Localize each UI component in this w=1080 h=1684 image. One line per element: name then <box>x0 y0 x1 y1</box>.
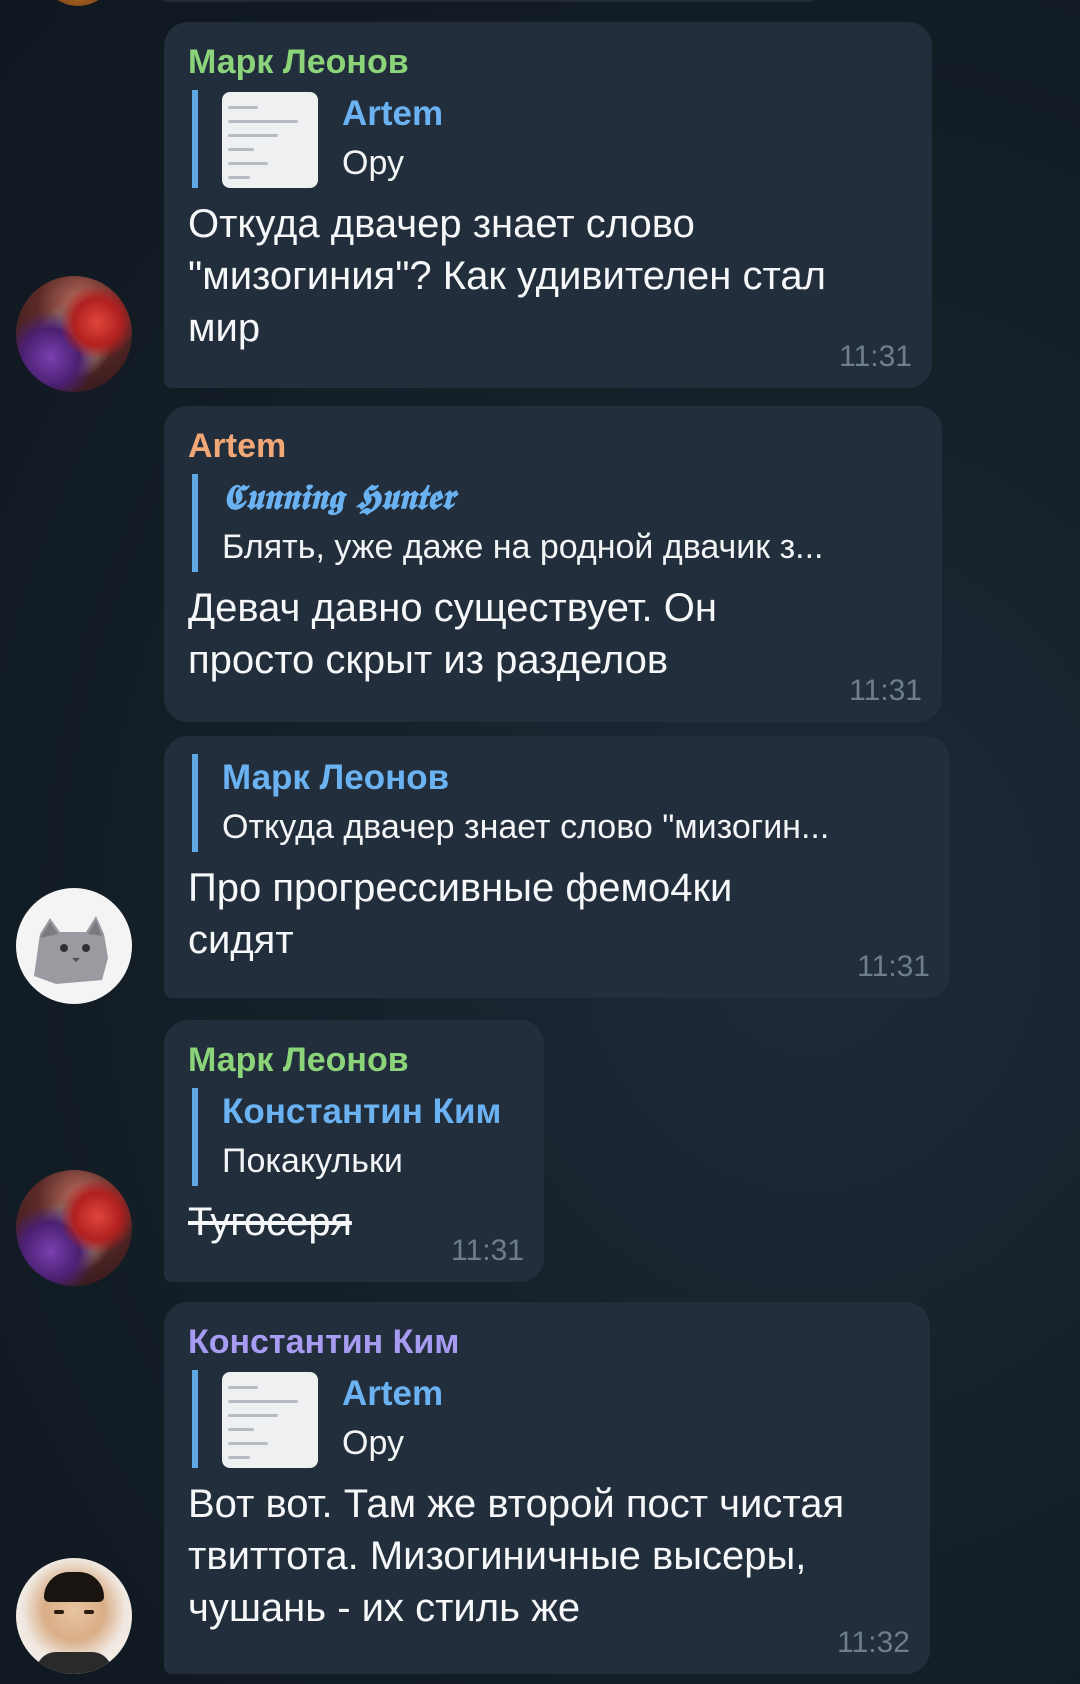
message-time: 11:31 <box>849 674 922 707</box>
anime-avatar[interactable] <box>16 1170 132 1286</box>
chat-view[interactable]: Марк Леонов Artem Ору Откуда двачер знае… <box>0 0 1080 1684</box>
face-avatar[interactable] <box>16 1558 132 1674</box>
sender-name[interactable]: Марк Леонов <box>188 40 908 84</box>
reply-snippet: Ору <box>342 144 404 182</box>
reply-thumbnail <box>222 1372 318 1468</box>
sender-name[interactable]: Константин Ким <box>188 1320 906 1364</box>
reply-author: Artem <box>342 1374 444 1413</box>
message-bubble[interactable]: Константин Ким Artem Ору Вот вот. Там же… <box>164 1302 930 1674</box>
reply-snippet: Откуда двачер знает слово "мизогин... <box>222 808 830 846</box>
message-bubble[interactable] <box>148 0 828 2</box>
reply-snippet: Ору <box>342 1424 404 1462</box>
reply-preview[interactable]: Константин Ким Покакульки <box>192 1088 520 1186</box>
reply-preview[interactable]: Artem Ору <box>192 1370 906 1468</box>
message-time: 11:32 <box>837 1626 910 1659</box>
reply-snippet: Блять, уже даже на родной двачик з... <box>222 528 824 566</box>
cat-icon <box>34 916 108 984</box>
message-time: 11:31 <box>857 950 930 983</box>
reply-preview[interactable]: Artem Ору <box>192 90 908 188</box>
anime-avatar[interactable] <box>16 276 132 392</box>
message-bubble[interactable]: Марк Леонов Artem Ору Откуда двачер знае… <box>164 22 932 388</box>
message-bubble[interactable]: Artem 𝕮𝖚𝖓𝖓𝖎𝖓𝖌 𝕳𝖚𝖓𝖙𝖊𝖗 Блять, уже даже на … <box>164 406 942 722</box>
message-bubble[interactable]: Марк Леонов Константин Ким Покакульки Ту… <box>164 1020 544 1282</box>
reply-author: Марк Леонов <box>222 758 450 797</box>
reply-thumbnail <box>222 92 318 188</box>
reply-author: Artem <box>342 94 444 133</box>
message-bubble[interactable]: Марк Леонов Откуда двачер знает слово "м… <box>164 736 950 998</box>
message-time: 11:31 <box>451 1234 524 1267</box>
message-text: Откуда двачер знает слово "мизогиния"? К… <box>188 202 826 350</box>
cat-avatar[interactable] <box>16 888 132 1004</box>
reply-preview[interactable]: Марк Леонов Откуда двачер знает слово "м… <box>192 754 926 852</box>
sender-name[interactable]: Artem <box>188 424 918 468</box>
reply-preview[interactable]: 𝕮𝖚𝖓𝖓𝖎𝖓𝖌 𝕳𝖚𝖓𝖙𝖊𝖗 Блять, уже даже на родной… <box>192 474 918 572</box>
message-text: Про прогрессивные фемо4ки сидят <box>188 866 733 962</box>
reply-author: Константин Ким <box>222 1092 502 1131</box>
message-text: Вот вот. Там же второй пост чистая твитт… <box>188 1482 845 1630</box>
message-text: Девач давно существует. Он просто скрыт … <box>188 586 717 682</box>
avatar[interactable] <box>40 0 116 6</box>
reply-snippet: Покакульки <box>222 1142 403 1180</box>
reply-author: 𝕮𝖚𝖓𝖓𝖎𝖓𝖌 𝕳𝖚𝖓𝖙𝖊𝖗 <box>222 477 455 518</box>
message-time: 11:31 <box>839 340 912 373</box>
sender-name[interactable]: Марк Леонов <box>188 1038 520 1082</box>
